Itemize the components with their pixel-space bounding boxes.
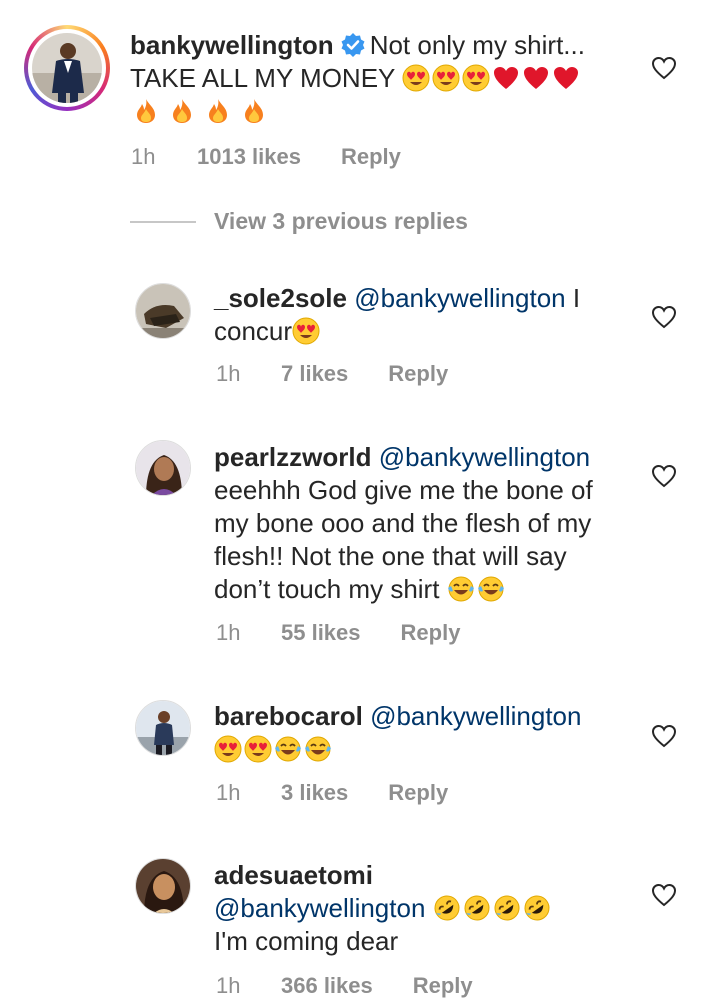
reply-button[interactable]: Reply [388,780,448,806]
heart-eyes-icon [462,64,490,92]
comment-meta: 1h 366 likes Reply [216,973,473,999]
like-heart-icon[interactable] [651,56,677,80]
divider-line [130,220,196,223]
comment-body-line2: concur [214,316,293,346]
red-heart-icon [522,64,550,92]
comment-body-line2: eeehhh God give me the bone of [214,475,593,505]
comment-text: _sole2sole @bankywellington I concur [214,282,634,348]
reply-button[interactable]: Reply [401,620,461,646]
comment-body-line3: I'm coming dear [214,926,399,956]
joy-icon [304,735,332,763]
fire-icon [168,97,196,125]
avatar[interactable] [135,700,191,756]
joy-icon [274,735,302,763]
username[interactable]: _sole2sole [214,283,347,313]
like-heart-icon[interactable] [651,305,677,329]
comment-text: bankywellington Not only my shirt... TAKE… [130,29,650,128]
verified-badge-icon [340,32,366,58]
comment-meta: 1h 3 likes Reply [216,780,448,806]
mention-link[interactable]: @bankywellington [214,893,425,923]
comment-body-line5: don’t touch my shirt [214,574,440,604]
comment-meta: 1h 55 likes Reply [216,620,460,646]
comment-body: I [572,283,581,313]
heart-eyes-icon [244,735,272,763]
likes-count[interactable]: 7 likes [281,361,348,387]
mention-link[interactable]: @bankywellington [370,701,581,731]
comment-text: pearlzzworld @bankywellington eeehhh God… [214,441,644,606]
heart-eyes-icon [292,317,320,345]
username[interactable]: adesuaetomi [214,860,373,890]
like-heart-icon[interactable] [651,883,677,907]
comment-meta: 1h 1013 likes Reply [131,144,401,170]
reply-button[interactable]: Reply [413,973,473,999]
red-heart-icon [492,64,520,92]
fire-icon [204,97,232,125]
avatar[interactable] [135,283,191,339]
reply-button[interactable]: Reply [341,144,401,170]
rofl-icon [523,894,551,922]
username[interactable]: bankywellington [130,30,334,60]
mention-link[interactable]: @bankywellington [379,442,590,472]
comment-body-line3: my bone ooo and the flesh of my [214,508,592,538]
fire-icon [240,97,268,125]
main-comment: bankywellington Not only my shirt... TAKE… [0,0,720,190]
comment-body-line2: TAKE ALL MY MONEY [130,63,395,93]
like-heart-icon[interactable] [651,724,677,748]
rofl-icon [433,894,461,922]
mention-link[interactable]: @bankywellington [354,283,565,313]
comment-meta: 1h 7 likes Reply [216,361,448,387]
heart-eyes-icon [402,64,430,92]
comment-time: 1h [216,361,241,386]
view-previous-replies[interactable]: View 3 previous replies [130,208,468,235]
likes-count[interactable]: 3 likes [281,780,348,806]
comment-time: 1h [216,780,241,805]
heart-eyes-icon [432,64,460,92]
red-heart-icon [552,64,580,92]
joy-icon [477,575,505,603]
username[interactable]: pearlzzworld [214,442,371,472]
comment-time: 1h [216,973,241,998]
emoji-row-2 [132,96,270,126]
emoji-row-1 [402,63,582,93]
comment-body-line1: Not only my shirt... [369,30,585,60]
avatar[interactable] [32,33,102,103]
comment-time: 1h [131,144,156,169]
view-previous-replies-label[interactable]: View 3 previous replies [214,208,468,235]
comment-text: barebocarol @bankywellington [214,700,644,766]
username[interactable]: barebocarol [214,701,363,731]
likes-count[interactable]: 55 likes [281,620,361,646]
like-heart-icon[interactable] [651,464,677,488]
fire-icon [132,97,160,125]
heart-eyes-icon [214,735,242,763]
comment-body-line4: flesh!! Not the one that will say [214,541,567,571]
rofl-icon [463,894,491,922]
avatar[interactable] [135,858,191,914]
avatar[interactable] [135,440,191,496]
likes-count[interactable]: 366 likes [281,973,373,999]
reply-button[interactable]: Reply [388,361,448,387]
likes-count[interactable]: 1013 likes [197,144,301,170]
comment-text: adesuaetomi @bankywellington I'm coming … [214,859,644,958]
rofl-icon [493,894,521,922]
joy-icon [447,575,475,603]
comment-time: 1h [216,620,241,645]
